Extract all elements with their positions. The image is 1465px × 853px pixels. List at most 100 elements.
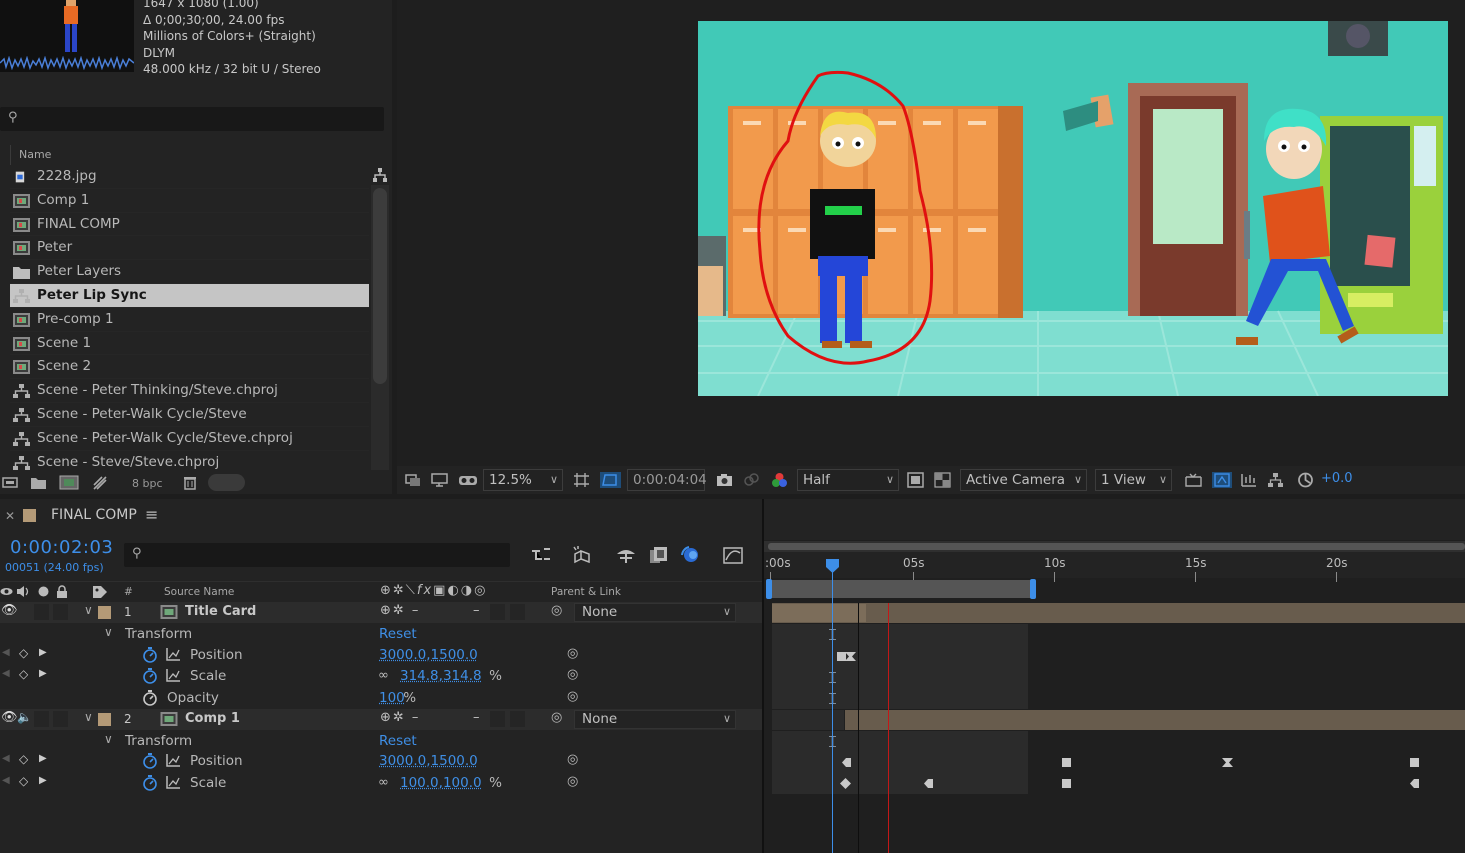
project-scroll-thumb[interactable]	[373, 188, 387, 384]
layer-name[interactable]: Comp 1	[185, 711, 240, 726]
transform-group-row[interactable]: ∨ Transform Reset	[0, 731, 762, 752]
twirl-down-icon[interactable]: ∨	[84, 603, 93, 617]
property-row[interactable]: ◀ ◇ ▶ Position 3000.0,1500.0 ◎	[0, 645, 762, 666]
mask-visibility-icon[interactable]	[600, 472, 621, 488]
layer-switches[interactable]: ⊕✲ –	[380, 603, 420, 618]
graph-icon[interactable]	[165, 753, 181, 771]
project-zoom-slider[interactable]	[208, 474, 245, 491]
property-row[interactable]: ◀ ◇ ▶ Scale ∞ 100.0,100.0% ◎	[0, 773, 762, 794]
pick-whip-icon[interactable]: ◎	[551, 710, 562, 725]
timeline-tab-title[interactable]: FINAL COMP	[51, 507, 137, 523]
adjustment-switch[interactable]	[490, 604, 505, 620]
resolution-dropdown[interactable]: Half ∨	[797, 469, 899, 491]
always-preview-icon[interactable]	[405, 472, 422, 488]
scale-keyframe[interactable]	[840, 778, 851, 789]
layer-label-swatch[interactable]	[98, 713, 111, 726]
lock-toggle[interactable]	[53, 711, 68, 727]
lock-toggle[interactable]	[53, 604, 68, 620]
video-visibility-icon[interactable]: 👁	[1, 710, 18, 725]
next-keyframe-icon[interactable]: ▶	[39, 668, 47, 679]
transform-group-row[interactable]: ∨ Transform Reset	[0, 624, 762, 645]
layer-label-swatch[interactable]	[98, 606, 111, 619]
next-keyframe-icon[interactable]: ▶	[39, 775, 47, 786]
project-item[interactable]: Comp 1	[10, 189, 369, 213]
video-visibility-icon[interactable]: 👁	[1, 603, 18, 618]
time-ruler[interactable]	[764, 552, 1465, 578]
twirl-down-icon[interactable]: ∨	[104, 625, 113, 639]
current-time-indicator-handle[interactable]	[826, 559, 839, 573]
project-item[interactable]: Peter	[10, 236, 369, 261]
expression-pick-whip-icon[interactable]: ◎	[567, 667, 578, 682]
layer-name[interactable]: Title Card	[185, 604, 256, 619]
parent-dropdown[interactable]: None ∨	[574, 710, 736, 729]
project-item[interactable]: Peter Lip Sync	[10, 283, 369, 308]
fast-previews-icon[interactable]	[1212, 472, 1232, 488]
timeline-icon[interactable]	[1240, 472, 1257, 488]
position-keyframe[interactable]	[1409, 757, 1420, 768]
property-row[interactable]: ◀ ◇ ▶ Position 3000.0,1500.0 ◎	[0, 751, 762, 772]
solo-header-icon[interactable]	[38, 586, 49, 597]
bit-depth-button[interactable]: 8 bpc	[132, 477, 163, 490]
graph-icon[interactable]	[165, 668, 181, 686]
interpret-footage-icon[interactable]	[2, 475, 18, 490]
twirl-down-icon[interactable]: ∨	[84, 710, 93, 724]
position-keyframe[interactable]	[845, 651, 856, 662]
position-keyframe[interactable]	[841, 757, 852, 768]
scale-keyframe[interactable]	[1061, 778, 1072, 789]
reset-transform-link[interactable]: Reset	[379, 626, 417, 642]
stopwatch-icon[interactable]	[142, 667, 158, 687]
property-value[interactable]: 3000.0,1500.0	[379, 647, 478, 663]
new-folder-icon[interactable]	[30, 475, 47, 490]
view-layout-dropdown[interactable]: 1 View ∨	[1095, 469, 1172, 491]
expression-pick-whip-icon[interactable]: ◎	[567, 646, 578, 661]
adjustment-switch[interactable]	[490, 711, 505, 727]
reset-transform-link[interactable]: Reset	[379, 733, 417, 749]
project-item[interactable]: 2228.jpg	[10, 165, 369, 189]
project-item[interactable]: Scene 2	[10, 355, 369, 380]
add-keyframe-icon[interactable]: ◇	[19, 667, 28, 681]
lock-header-icon[interactable]	[56, 585, 68, 598]
scale-keyframe[interactable]	[1409, 778, 1420, 789]
three-d-switch[interactable]	[510, 604, 525, 620]
previous-keyframe-icon[interactable]: ◀	[2, 753, 10, 764]
source-name-header[interactable]: Source Name	[164, 586, 234, 598]
project-item[interactable]: Pre-comp 1	[10, 308, 369, 332]
exposure-value[interactable]: +0.0	[1321, 471, 1353, 486]
add-keyframe-icon[interactable]: ◇	[19, 646, 28, 660]
parent-link-header[interactable]: Parent & Link	[551, 586, 621, 598]
next-keyframe-icon[interactable]: ▶	[39, 647, 47, 658]
layer-row[interactable]: 👁 ∨ 1 Title Card ⊕✲ – – ◎ None ∨	[0, 602, 762, 623]
flowchart-icon[interactable]	[372, 167, 388, 183]
time-navigator-range[interactable]	[768, 543, 1465, 550]
work-area-end-handle[interactable]	[1030, 579, 1036, 599]
video-switch-header-icon[interactable]	[0, 585, 13, 598]
new-composition-icon[interactable]	[59, 475, 79, 490]
composition-canvas[interactable]	[698, 21, 1448, 396]
layer-row[interactable]: 👁 🔈 ∨ 2 Comp 1 ⊕✲ – – ◎ None ∨	[0, 709, 762, 730]
label-tag-header-icon[interactable]	[92, 585, 108, 599]
expression-pick-whip-icon[interactable]: ◎	[567, 752, 578, 767]
current-time-indicator-line[interactable]	[832, 566, 833, 853]
project-item[interactable]: Scene - Peter-Walk Cycle/Steve	[10, 403, 369, 427]
project-item[interactable]: Scene - Peter Thinking/Steve.chproj	[10, 379, 369, 403]
constrain-proportions-icon[interactable]: ∞	[378, 668, 389, 683]
timeline-search-input[interactable]: ⚲	[124, 543, 510, 567]
property-row[interactable]: Opacity 100% ◎	[0, 688, 762, 709]
work-area-start-handle[interactable]	[766, 579, 772, 599]
add-keyframe-icon[interactable]: ◇	[19, 752, 28, 766]
property-row[interactable]: ◀ ◇ ▶ Scale ∞ 314.8,314.8% ◎	[0, 666, 762, 687]
pick-whip-icon[interactable]: ◎	[551, 603, 562, 618]
project-item[interactable]: Peter Layers	[10, 260, 369, 284]
previous-keyframe-icon[interactable]: ◀	[2, 775, 10, 786]
audio-switch-header-icon[interactable]	[16, 585, 30, 598]
layer-1-duration-bar[interactable]	[772, 603, 1465, 623]
previous-keyframe-icon[interactable]: ◀	[2, 647, 10, 658]
hamburger-menu-icon[interactable]: ≡	[145, 505, 158, 524]
next-keyframe-icon[interactable]: ▶	[39, 753, 47, 764]
motion-blur-switch[interactable]: –	[473, 603, 480, 618]
reset-exposure-icon[interactable]	[1297, 472, 1314, 488]
stopwatch-icon[interactable]	[142, 646, 158, 666]
shy-layers-icon[interactable]	[615, 545, 637, 565]
comp-flowchart-icon[interactable]	[1267, 472, 1284, 488]
current-time-field[interactable]: 0:00:04:04	[627, 469, 707, 491]
